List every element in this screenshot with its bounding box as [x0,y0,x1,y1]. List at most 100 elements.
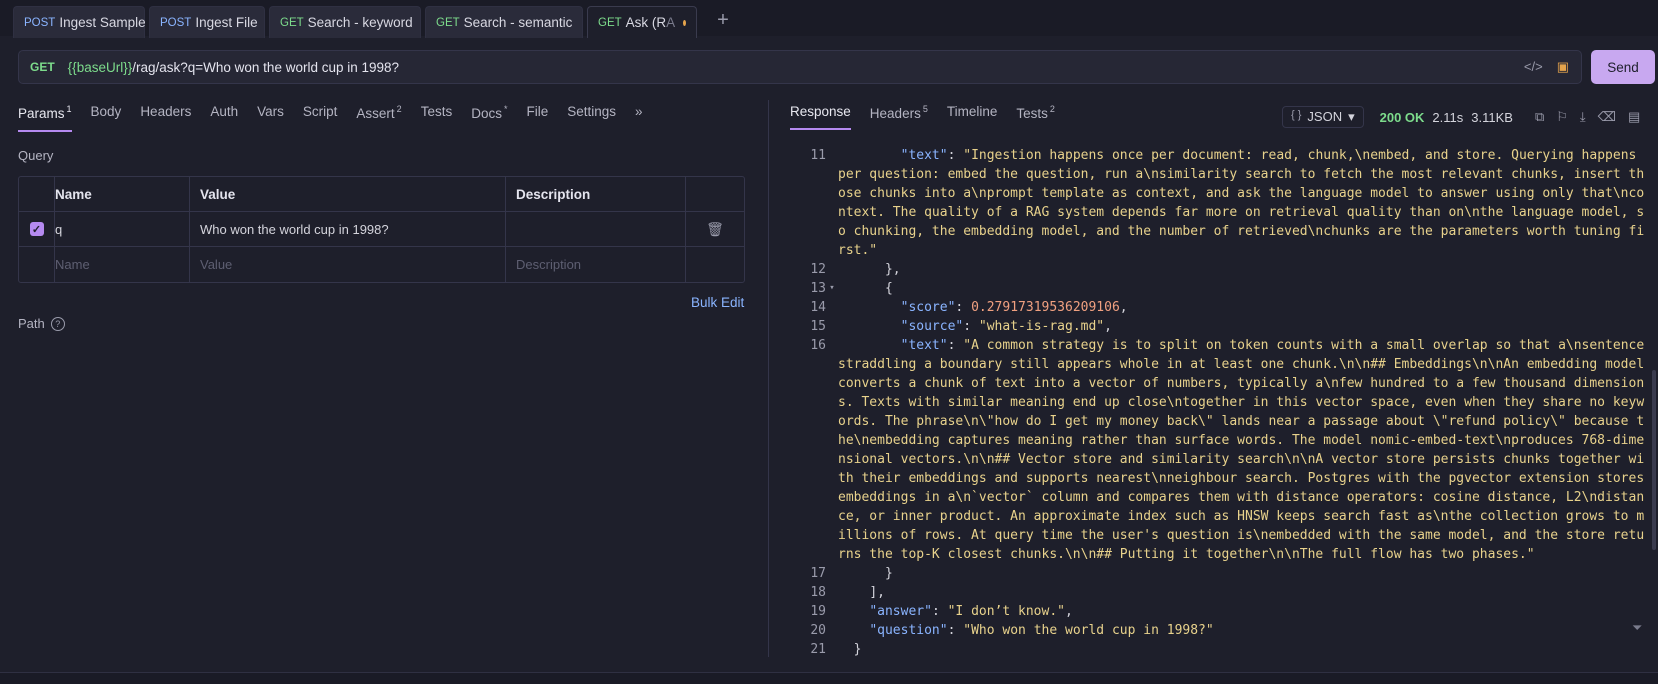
tab-ask-rag[interactable]: GET Ask (R A [587,6,697,38]
json-punct: } [853,642,862,657]
response-time: 2.11s [1432,109,1464,125]
param-description-field[interactable] [506,212,686,246]
tab-label: Ingest File [195,15,258,30]
code-line: 12 }, [790,260,1645,279]
chevron-down-icon: ▾ [1348,109,1355,124]
download-icon[interactable]: ⤓ [1580,109,1586,125]
col-value: Value [190,177,506,211]
param-value-value: Who won the world cup in 1998? [200,221,389,237]
copy-icon[interactable]: ⧉ [1535,109,1544,125]
code-text: "question": "Who won the world cup in 19… [869,623,1214,638]
fold-gutter [826,317,838,336]
help-icon[interactable]: ? [50,316,65,331]
scrollbar[interactable] [1652,370,1656,550]
eraser-icon[interactable]: ⌫ [1598,109,1616,125]
tab-response-headers-label: Headers [869,105,921,121]
tab-timeline[interactable]: Timeline [947,104,998,130]
tab-settings[interactable]: Settings [567,104,616,132]
new-param-value-input[interactable]: Value [190,247,506,282]
filter-icon[interactable]: ⏷ [1632,620,1642,636]
param-value-field[interactable]: Who won the world cup in 1998? [190,212,506,246]
params-table-header: Name Value Description [19,177,744,212]
tab-params[interactable]: Params 1 [18,104,72,132]
tab-search-keyword[interactable]: GET Search - keyword [269,6,421,38]
tab-script[interactable]: Script [303,104,338,132]
col-name: Name [55,177,190,211]
col-name-label: Name [55,186,92,202]
param-name-field[interactable]: q [55,212,190,246]
tab-headers[interactable]: Headers [140,104,191,132]
json-string: "what-is-rag.md" [978,319,1105,334]
json-key: "text" [900,338,948,353]
line-number: 16 [810,338,826,353]
headers-count: 5 [922,104,928,114]
bulk-edit-link[interactable]: Bulk Edit [691,295,744,310]
tab-tests[interactable]: Tests [421,104,453,132]
response-actions: ⧉ ⚐ ⤓ ⌫ ▤ [1535,109,1640,125]
new-param-description-input[interactable]: Description [506,247,686,282]
tab-method: GET [280,16,304,29]
docs-mark: * [503,104,508,114]
delete-cell: 🗑 [686,212,744,246]
tab-response-headers[interactable]: Headers 5 [870,104,928,130]
new-param-name-input[interactable]: Name [55,247,190,282]
json-string: "A common strategy is to split on token … [838,338,1652,562]
format-select[interactable]: { } JSON ▾ [1282,106,1364,128]
tab-params-label: Params [18,105,65,121]
tab-label: Search - semantic [463,15,573,30]
tab-ingest-file[interactable]: POST Ingest File [149,6,265,38]
json-punct: }, [884,262,901,277]
placeholder-value: Value [200,257,233,272]
tab-auth[interactable]: Auth [210,104,238,132]
checkbox-cell [19,247,55,282]
code-generate-icon[interactable]: </> [1524,59,1543,75]
tab-body[interactable]: Body [91,104,122,132]
layout-icon[interactable]: ▤ [1628,109,1640,125]
placeholder-description: Description [516,257,582,272]
tab-ingest-sample[interactable]: POST Ingest Sample [13,6,146,38]
pane-divider[interactable] [768,100,769,657]
response-body-viewer[interactable]: 11 "text": "Ingestion happens once per d… [790,146,1645,659]
tab-response-tests[interactable]: Tests 2 [1016,104,1055,130]
tab-docs[interactable]: Docs * [471,104,507,132]
url-input[interactable]: {{baseUrl}}/rag/ask?q=Who won the world … [68,60,399,75]
code-line: 17 } [790,564,1645,583]
url-bar[interactable]: GET {{baseUrl}}/rag/ask?q=Who won the wo… [18,50,1582,84]
trash-icon[interactable]: 🗑 [706,221,724,238]
code-text: { [838,279,1645,298]
braces-icon: { } [1291,109,1302,121]
tab-method: POST [160,16,192,29]
params-count: 1 [66,104,72,114]
header-spacer [686,177,744,211]
url-method[interactable]: GET [30,60,55,74]
tab-response[interactable]: Response [790,104,851,130]
line-number: 21 [810,642,826,657]
status-badge: 200 OK [1379,109,1425,125]
send-button[interactable]: Send [1591,50,1655,84]
fold-toggle-icon[interactable]: ▾ [826,279,838,298]
fold-gutter [826,621,838,640]
response-size: 3.11KB [1471,109,1513,125]
more-tabs-chevron-icon[interactable]: » [635,104,643,132]
json-key: "answer" [869,604,932,619]
line-number: 13 [810,281,826,296]
bookmark-icon[interactable]: ⚐ [1556,109,1568,125]
fold-gutter [826,564,838,583]
code-line: 18 ], [790,583,1645,602]
line-number: 17 [810,566,826,581]
code-text: "score": 0.27917319536209106, [900,300,1128,315]
new-tab-plus-icon[interactable]: + [707,4,739,36]
enabled-checkbox[interactable]: ✓ [29,222,44,236]
placeholder-name: Name [55,257,90,272]
code-text: "answer": "I don’t know.", [869,604,1073,619]
tab-assert[interactable]: Assert 2 [356,104,401,132]
tab-search-semantic[interactable]: GET Search - semantic [425,6,583,38]
tab-docs-label: Docs [471,105,502,121]
tab-vars[interactable]: Vars [257,104,284,132]
fold-gutter [826,298,838,317]
param-name-value: q [55,221,63,237]
save-icon[interactable]: ▣ [1557,59,1569,75]
json-key: "source" [900,319,964,334]
tab-file[interactable]: File [526,104,548,132]
query-section-label: Query [18,148,54,163]
